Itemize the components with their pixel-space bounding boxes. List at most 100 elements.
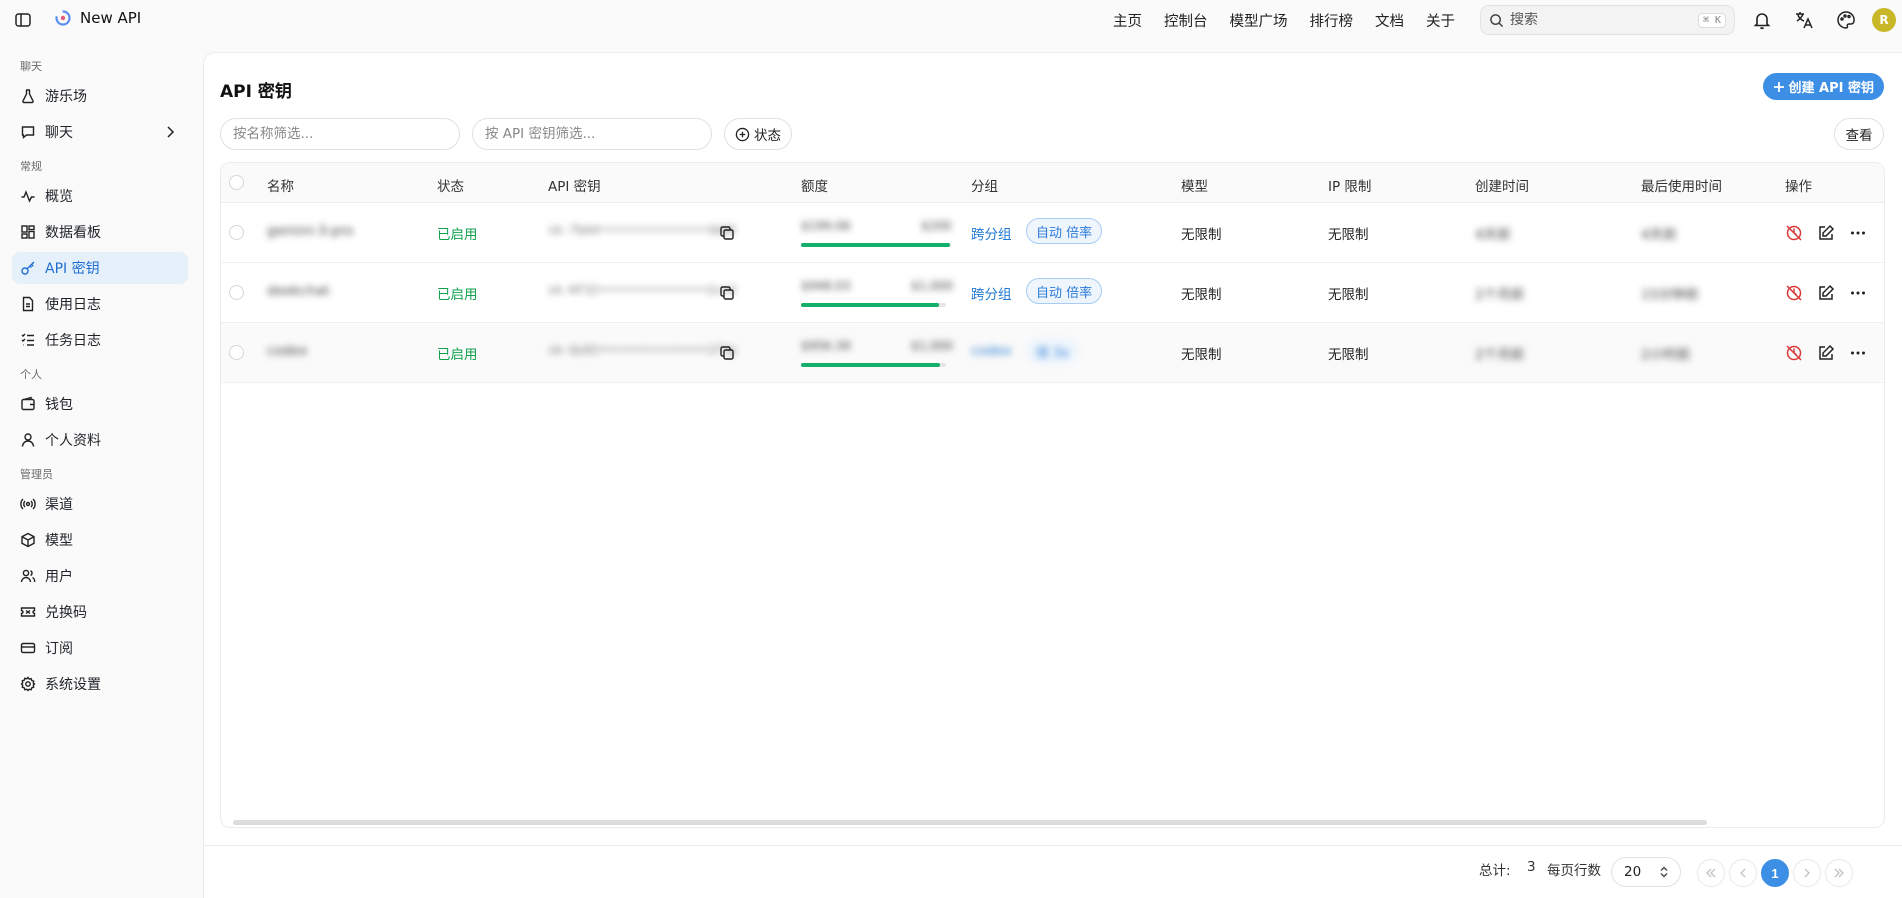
table-row[interactable]: deekchat 已启用 sk-KF32•••••••••••••••2cn4 … <box>221 263 1884 323</box>
sidebar-item-users[interactable]: 用户 <box>12 560 188 592</box>
sidebar-item-api-keys[interactable]: API 密钥 <box>12 252 188 284</box>
sidebar-item-settings[interactable]: 系统设置 <box>12 668 188 700</box>
disable-icon[interactable] <box>1785 224 1803 242</box>
filter-name-input[interactable] <box>220 118 460 150</box>
sidebar-item-playground[interactable]: 游乐场 <box>12 80 188 112</box>
status-filter-button[interactable]: 状态 <box>724 118 792 150</box>
sidebar-item-dashboard[interactable]: 数据看板 <box>12 216 188 248</box>
last-page-button[interactable] <box>1825 859 1853 887</box>
copy-icon[interactable] <box>719 225 735 241</box>
disable-icon[interactable] <box>1785 344 1803 362</box>
sidebar-section-personal: 个人 <box>20 368 42 381</box>
sidebar-item-chat[interactable]: 聊天 <box>12 116 188 148</box>
quota-progress <box>801 303 946 307</box>
total-count: 3 <box>1527 859 1536 875</box>
column-header[interactable]: 操作 <box>1785 175 1812 195</box>
more-icon[interactable] <box>1849 224 1867 242</box>
chevron-left-icon <box>1737 867 1749 879</box>
sidebar-item-subscriptions[interactable]: 订阅 <box>12 632 188 664</box>
select-all-checkbox[interactable] <box>229 175 244 190</box>
nav-console[interactable]: 控制台 <box>1164 10 1208 31</box>
per-page-select[interactable]: 20 <box>1611 857 1681 887</box>
column-header[interactable]: IP 限制 <box>1328 175 1371 195</box>
copy-icon[interactable] <box>719 285 735 301</box>
translate-icon[interactable] <box>1794 10 1814 30</box>
top-bar: New API 主页 控制台 模型广场 排行榜 文档 关于 ⌘ K R <box>0 0 1902 40</box>
nav-about[interactable]: 关于 <box>1426 10 1455 31</box>
sidebar-item-channels[interactable]: 渠道 <box>12 488 188 520</box>
chat-icon <box>20 124 36 140</box>
quota-used: $199.06 <box>801 219 851 233</box>
api-keys-table: 名称 状态 API 密钥 额度 分组 模型 IP 限制 创建时间 最后使用时间 … <box>220 162 1885 828</box>
nav-leaderboard[interactable]: 排行榜 <box>1310 10 1354 31</box>
sidebar-item-label: 订阅 <box>45 641 73 657</box>
column-header[interactable]: 额度 <box>801 175 828 195</box>
last-used-time: 15分钟前 <box>1641 287 1699 303</box>
search-box[interactable]: ⌘ K <box>1480 5 1735 35</box>
column-header[interactable]: 分组 <box>971 175 998 195</box>
search-input[interactable] <box>1510 12 1692 28</box>
avatar[interactable]: R <box>1872 8 1896 32</box>
column-header[interactable]: 状态 <box>437 175 464 195</box>
row-checkbox[interactable] <box>229 285 244 300</box>
sidebar-item-task-logs[interactable]: 任务日志 <box>12 324 188 356</box>
more-icon[interactable] <box>1849 344 1867 362</box>
sidebar-toggle-icon[interactable] <box>14 11 32 29</box>
total-label: 总计: <box>1479 863 1511 879</box>
key-icon <box>20 260 36 276</box>
edit-icon[interactable] <box>1817 284 1835 302</box>
top-nav: 主页 控制台 模型广场 排行榜 文档 关于 <box>1113 0 1477 40</box>
group-link[interactable]: codex <box>971 343 1011 359</box>
view-button[interactable]: 查看 <box>1834 118 1884 150</box>
column-header[interactable]: API 密钥 <box>548 175 601 195</box>
bell-icon[interactable] <box>1752 10 1772 30</box>
disable-icon[interactable] <box>1785 284 1803 302</box>
column-header[interactable]: 最后使用时间 <box>1641 175 1722 195</box>
palette-icon[interactable] <box>1836 10 1856 30</box>
first-page-button[interactable] <box>1697 859 1725 887</box>
file-icon <box>20 296 36 312</box>
filter-key-input[interactable] <box>472 118 712 150</box>
sidebar-item-overview[interactable]: 概览 <box>12 180 188 212</box>
group-link[interactable]: 跨分组 <box>971 223 1012 243</box>
create-api-key-button[interactable]: 创建 API 密钥 <box>1762 73 1884 100</box>
copy-icon[interactable] <box>719 345 735 361</box>
sidebar-item-usage-logs[interactable]: 使用日志 <box>12 288 188 320</box>
page-title: API 密钥 <box>220 82 292 102</box>
brand[interactable]: New API <box>54 9 141 27</box>
ip-limit: 无限制 <box>1328 287 1369 303</box>
horizontal-scrollbar[interactable] <box>233 820 1707 825</box>
group-link[interactable]: 跨分组 <box>971 283 1012 303</box>
edit-icon[interactable] <box>1817 224 1835 242</box>
sidebar-item-wallet[interactable]: 钱包 <box>12 388 188 420</box>
column-header[interactable]: 创建时间 <box>1475 175 1529 195</box>
table-row[interactable]: codex 已启用 sk-Qu92•••••••••••••••1f7g $95… <box>221 323 1884 383</box>
key-name: deekchat <box>267 283 330 299</box>
edit-icon[interactable] <box>1817 344 1835 362</box>
next-page-button[interactable] <box>1793 859 1821 887</box>
sidebar-item-models[interactable]: 模型 <box>12 524 188 556</box>
model-limit: 无限制 <box>1181 287 1222 303</box>
created-time: 2个月前 <box>1475 347 1525 363</box>
dashboard-icon <box>20 224 36 240</box>
row-checkbox[interactable] <box>229 345 244 360</box>
sidebar-item-label: 数据看板 <box>45 225 101 241</box>
nav-docs[interactable]: 文档 <box>1375 10 1404 31</box>
column-header[interactable]: 名称 <box>267 175 294 195</box>
nav-model-market[interactable]: 模型广场 <box>1230 10 1288 31</box>
chevrons-right-icon <box>1833 867 1845 879</box>
sidebar-item-profile[interactable]: 个人资料 <box>12 424 188 456</box>
model-limit: 无限制 <box>1181 347 1222 363</box>
row-checkbox[interactable] <box>229 225 244 240</box>
more-icon[interactable] <box>1849 284 1867 302</box>
nav-home[interactable]: 主页 <box>1113 10 1142 31</box>
chevron-right-icon <box>162 124 178 140</box>
api-key-value: sk-Qu92•••••••••••••••1f7g <box>548 343 736 357</box>
created-time: 4天前 <box>1475 227 1511 243</box>
column-header[interactable]: 模型 <box>1181 175 1208 195</box>
prev-page-button[interactable] <box>1729 859 1757 887</box>
table-row[interactable]: gemini-3-pro 已启用 sk-7bA4•••••••••••••••3… <box>221 203 1884 263</box>
group-tag: 自动 倍率 <box>1026 218 1103 244</box>
page-button-current[interactable]: 1 <box>1761 859 1789 887</box>
sidebar-item-redeem-codes[interactable]: 兑换码 <box>12 596 188 628</box>
